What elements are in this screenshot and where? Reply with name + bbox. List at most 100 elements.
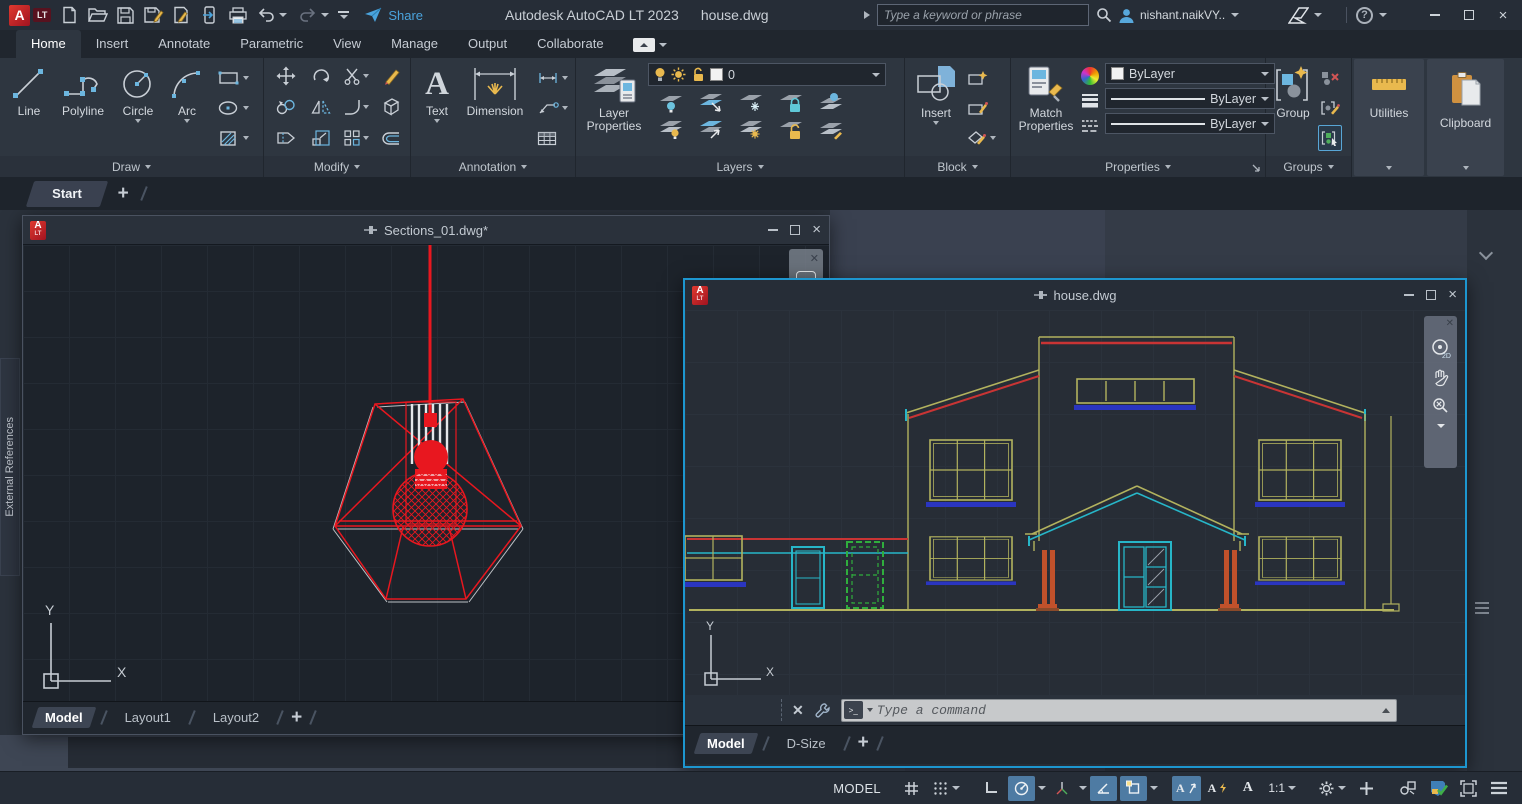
collapsed-panel-icon[interactable] — [1475, 602, 1489, 614]
linear-dimension-button[interactable] — [535, 65, 570, 91]
array-button[interactable] — [343, 129, 369, 147]
isolate-objects-button[interactable] — [1394, 776, 1421, 801]
user-dropdown-icon[interactable] — [1231, 13, 1239, 17]
linetype-combo[interactable]: ByLayer — [1105, 113, 1275, 134]
search-box[interactable] — [877, 4, 1089, 26]
arc-button[interactable]: Arc — [164, 61, 210, 123]
collapse-chevron-icon[interactable] — [1479, 246, 1493, 260]
dimension-button[interactable]: Dimension — [459, 61, 531, 118]
text-dropdown-icon[interactable] — [434, 119, 440, 123]
maximize-button[interactable] — [1456, 3, 1482, 27]
line-button[interactable]: Line — [4, 61, 54, 118]
help-icon[interactable]: ? — [1356, 7, 1373, 24]
sections-add-layout-button[interactable]: + — [291, 709, 302, 727]
insert-dropdown-icon[interactable] — [933, 121, 939, 125]
help-dropdown-icon[interactable] — [1379, 13, 1387, 17]
redo-dropdown-icon[interactable] — [321, 13, 329, 17]
hatch-button[interactable] — [216, 125, 251, 151]
command-tools-wrench-icon[interactable] — [814, 702, 831, 719]
polyline-button[interactable]: Polyline — [54, 61, 112, 118]
tab-output[interactable]: Output — [453, 30, 522, 58]
annotation-scale-value[interactable]: 1:1 — [1264, 776, 1300, 801]
layer-properties-button[interactable]: Layer Properties — [580, 61, 648, 133]
layer-off-button[interactable] — [658, 91, 684, 113]
tab-view[interactable]: View — [318, 30, 376, 58]
object-snap-tracking-button[interactable] — [1090, 776, 1117, 801]
scale-button[interactable] — [311, 129, 331, 147]
panel-label-groups[interactable]: Groups — [1266, 156, 1351, 177]
house-minimize-button[interactable] — [1404, 294, 1414, 296]
house-close-button[interactable]: × — [1448, 290, 1457, 300]
navigation-wheel-icon[interactable]: 2D — [1430, 338, 1451, 359]
save-icon[interactable] — [112, 3, 139, 27]
group-selection-toggle[interactable] — [1318, 125, 1342, 151]
save-as-icon[interactable] — [140, 3, 167, 27]
grid-display-button[interactable] — [898, 776, 925, 801]
layer-combo-dropdown-icon[interactable] — [872, 73, 880, 77]
layer-freeze-button[interactable] — [738, 91, 764, 113]
edit-block-button[interactable] — [965, 95, 998, 121]
arc-dropdown-icon[interactable] — [184, 119, 190, 123]
sections-maximize-button[interactable] — [790, 225, 800, 235]
rectangle-button[interactable] — [216, 65, 251, 91]
house-add-layout-button[interactable]: + — [858, 734, 869, 752]
circle-button[interactable]: Circle — [112, 61, 164, 123]
command-line[interactable]: >_ — [841, 699, 1397, 722]
zoom-extents-icon[interactable] — [1431, 396, 1450, 415]
tab-home[interactable]: Home — [16, 30, 81, 58]
file-tab-start[interactable]: Start — [26, 181, 108, 207]
annotation-scale-button[interactable]: A — [1234, 776, 1261, 801]
command-input[interactable] — [877, 703, 1378, 718]
undo-icon[interactable] — [252, 3, 279, 27]
app-button[interactable]: A LT — [5, 5, 55, 26]
plot-icon[interactable] — [224, 3, 251, 27]
house-tab-dsize[interactable]: D-Size — [777, 733, 836, 754]
command-expand-icon[interactable] — [1382, 708, 1390, 713]
match-properties-button[interactable]: Match Properties — [1015, 61, 1077, 133]
house-navbar[interactable]: ✕ 2D — [1424, 316, 1457, 468]
polar-dropdown-icon[interactable] — [1038, 786, 1046, 790]
layer-match-button[interactable] — [818, 91, 844, 113]
new-drawing-button[interactable]: + — [118, 185, 129, 203]
sections-close-button[interactable]: × — [812, 225, 821, 235]
layer-isolate-button[interactable] — [698, 91, 724, 113]
offset-button[interactable] — [380, 130, 402, 146]
panel-label-block[interactable]: Block — [905, 156, 1010, 177]
tab-parametric[interactable]: Parametric — [225, 30, 318, 58]
navbar-dropdown-icon[interactable] — [1437, 424, 1445, 428]
help-menu[interactable]: ? — [1356, 7, 1387, 24]
mirror-button[interactable] — [311, 98, 331, 116]
group-button[interactable]: Group — [1270, 61, 1316, 120]
explode-button[interactable] — [381, 97, 401, 116]
edit-attributes-button[interactable] — [965, 125, 998, 151]
panel-utilities[interactable]: Utilities — [1354, 59, 1424, 176]
save-to-web-icon[interactable] — [168, 3, 195, 27]
sections-tab-model[interactable]: Model — [32, 707, 96, 728]
navbar-close-icon[interactable]: ✕ — [1446, 318, 1454, 329]
layer-lock-button[interactable] — [778, 91, 804, 113]
tab-insert[interactable]: Insert — [81, 30, 144, 58]
workspace-switching-button[interactable] — [1314, 776, 1350, 801]
command-prompt-icon[interactable]: >_ — [844, 701, 863, 719]
snap-mode-button[interactable] — [928, 776, 964, 801]
utilities-dropdown-icon[interactable] — [1386, 166, 1392, 170]
rotate-button[interactable] — [311, 66, 331, 86]
circle-dropdown-icon[interactable] — [135, 119, 141, 123]
annotation-autoscale-button[interactable]: A — [1204, 776, 1232, 801]
isodraft-dropdown-icon[interactable] — [1079, 786, 1087, 790]
isodraft-button[interactable] — [1049, 776, 1076, 801]
ribbon-collapse-button[interactable] — [633, 38, 667, 52]
layer-thaw-button[interactable] — [738, 118, 764, 140]
sections-tab-layout1[interactable]: Layout1 — [115, 707, 181, 728]
sections-navbar-close-icon[interactable]: ✕ — [810, 252, 819, 265]
command-cancel-icon[interactable]: ✕ — [792, 702, 804, 719]
house-canvas[interactable]: ✕ 2D Y X — [685, 310, 1465, 695]
share-button[interactable]: Share — [364, 7, 423, 23]
close-button[interactable]: × — [1490, 3, 1516, 27]
panel-label-modify[interactable]: Modify — [264, 156, 410, 177]
search-expand-icon[interactable] — [864, 11, 870, 19]
autodesk-dropdown-icon[interactable] — [1314, 13, 1322, 17]
text-button[interactable]: A Text — [415, 61, 459, 123]
layer-unisolate-button[interactable] — [698, 118, 724, 140]
panel-label-draw[interactable]: Draw — [0, 156, 263, 177]
